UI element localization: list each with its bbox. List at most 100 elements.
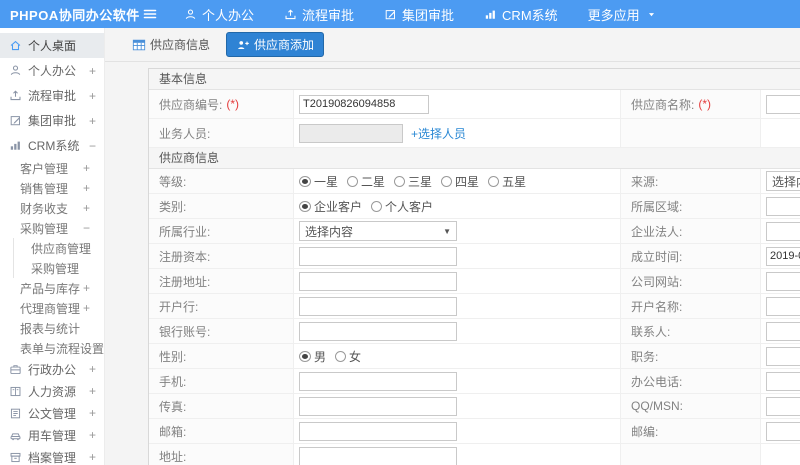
sidebar-item-17[interactable]: 公文管理 +	[0, 402, 104, 424]
sidebar-item-19[interactable]: 档案管理 +	[0, 446, 104, 465]
select-value: 选择内容	[772, 174, 800, 189]
input-传真[interactable]	[299, 396, 457, 416]
radio-男[interactable]	[299, 350, 311, 362]
radio-四星[interactable]	[441, 175, 453, 187]
expand-toggle-icon[interactable]: +	[89, 64, 96, 78]
form-row: 地址:	[149, 444, 800, 465]
form-label-cell: 公司网站:	[621, 269, 761, 293]
sidebar-item-15[interactable]: 行政办公 +	[0, 358, 104, 380]
input-业务人员[interactable]	[299, 123, 403, 143]
sidebar-item-6[interactable]: 销售管理 +	[0, 178, 104, 198]
topnav-item-2[interactable]: 集团审批	[384, 5, 454, 24]
sidebar-item-13[interactable]: 报表与统计	[0, 318, 104, 338]
expand-toggle-icon[interactable]: +	[89, 428, 96, 442]
radio-女[interactable]	[335, 350, 347, 362]
tab-1[interactable]: 供应商添加	[226, 32, 325, 57]
sidebar-item-0[interactable]: 个人桌面	[0, 33, 104, 58]
sidebar-item-16[interactable]: 人力资源 +	[0, 380, 104, 402]
input-注册地址[interactable]	[299, 271, 457, 291]
sidebar-item-label: 人力资源	[28, 384, 77, 399]
expand-toggle-icon[interactable]: +	[83, 301, 90, 315]
form-label-cell: 职务:	[621, 344, 761, 368]
sidebar-item-14[interactable]: 表单与流程设置+	[0, 338, 104, 358]
expand-toggle-icon[interactable]: +	[89, 362, 96, 376]
input-企业法人[interactable]	[766, 221, 800, 241]
field-label: 等级:	[159, 174, 187, 189]
tab-0[interactable]: 供应商信息	[128, 33, 214, 56]
input-注册资本[interactable]	[299, 246, 457, 266]
expand-toggle-icon[interactable]: +	[83, 201, 90, 215]
sidebar-item-1[interactable]: 个人办公 +	[0, 58, 104, 83]
sidebar-item-9[interactable]: 供应商管理	[0, 238, 104, 258]
sidebar-item-label: 行政办公	[28, 362, 77, 377]
select-所属行业[interactable]: 选择内容 ▼	[299, 221, 457, 241]
topnav-item-4[interactable]: 更多应用	[588, 5, 656, 24]
section-header: 基本信息	[149, 69, 800, 90]
sidebar-item-label: 流程审批	[28, 89, 77, 103]
input-QQ/MSN[interactable]	[766, 396, 800, 416]
form-row: 供应商编号:(*)供应商名称:(*)	[149, 90, 800, 119]
expand-toggle-icon[interactable]: +	[89, 406, 96, 420]
form-field-cell	[294, 419, 621, 443]
expand-toggle-icon[interactable]: +	[89, 114, 96, 128]
topnav-item-3[interactable]: CRM系统	[484, 5, 558, 24]
form-label-cell: 开户行:	[149, 294, 294, 318]
radio-个人客户[interactable]	[371, 200, 383, 212]
sidebar-item-label: 表单与流程设置	[20, 341, 105, 356]
input-开户行[interactable]	[299, 296, 457, 316]
input-供应商名称[interactable]	[766, 94, 800, 114]
input-银行账号[interactable]	[299, 321, 457, 341]
sidebar-item-2[interactable]: 流程审批 +	[0, 83, 104, 108]
input-手机[interactable]	[299, 371, 457, 391]
sidebar-item-label: 产品与库存	[20, 281, 81, 296]
sidebar-item-4[interactable]: CRM系统 −	[0, 133, 104, 158]
form-label-cell: 联系人:	[621, 319, 761, 343]
field-label: 所属区域:	[631, 199, 683, 214]
expand-toggle-icon[interactable]: +	[83, 161, 90, 175]
input-所属区域[interactable]	[766, 196, 800, 216]
input-开户名称[interactable]	[766, 296, 800, 316]
radio-五星[interactable]	[488, 175, 500, 187]
input-办公电话[interactable]	[766, 371, 800, 391]
form-label-cell: 注册地址:	[149, 269, 294, 293]
input-公司网站[interactable]	[766, 271, 800, 291]
input-联系人[interactable]	[766, 321, 800, 341]
topnav-item-0[interactable]: 个人办公	[184, 5, 254, 24]
radio-一星[interactable]	[299, 175, 311, 187]
select-来源[interactable]: 选择内容▼	[766, 171, 800, 191]
expand-toggle-icon[interactable]: −	[83, 221, 90, 235]
input-邮编[interactable]	[766, 421, 800, 441]
select-person-link[interactable]: +选择人员	[411, 125, 466, 142]
sidebar-item-10[interactable]: 采购管理	[0, 258, 104, 278]
sidebar-item-5[interactable]: 客户管理 +	[0, 158, 104, 178]
sidebar-item-8[interactable]: 采购管理 −	[0, 218, 104, 238]
sidebar-item-18[interactable]: 用车管理 +	[0, 424, 104, 446]
expand-toggle-icon[interactable]: −	[89, 139, 96, 153]
input-供应商编号[interactable]	[299, 94, 429, 114]
input-职务[interactable]	[766, 346, 800, 366]
input-成立时间[interactable]	[766, 246, 800, 266]
sidebar-item-3[interactable]: 集团审批 +	[0, 108, 104, 133]
form-row: 所属行业: 选择内容 ▼ 企业法人:	[149, 219, 800, 244]
sidebar-item-11[interactable]: 产品与库存 +	[0, 278, 104, 298]
form-field-cell	[761, 294, 800, 318]
input-邮箱[interactable]	[299, 421, 457, 441]
expand-toggle-icon[interactable]: +	[83, 181, 90, 195]
menu-toggle-icon[interactable]	[142, 6, 158, 22]
expand-toggle-icon[interactable]: +	[89, 89, 96, 103]
input-地址[interactable]	[299, 446, 457, 465]
radio-label: 二星	[361, 174, 386, 189]
form-label-cell: 邮箱:	[149, 419, 294, 443]
expand-toggle-icon[interactable]: +	[89, 384, 96, 398]
sidebar-item-12[interactable]: 代理商管理 +	[0, 298, 104, 318]
form-label-cell: 成立时间:	[621, 244, 761, 268]
sidebar-item-label: 采购管理	[31, 261, 80, 276]
radio-二星[interactable]	[347, 175, 359, 187]
radio-三星[interactable]	[394, 175, 406, 187]
radio-企业客户[interactable]	[299, 200, 311, 212]
expand-toggle-icon[interactable]: +	[89, 450, 96, 464]
sidebar-item-7[interactable]: 财务收支 +	[0, 198, 104, 218]
expand-toggle-icon[interactable]: +	[83, 281, 90, 295]
form-field-cell: 一星 二星 三星 四星 五星	[294, 169, 621, 193]
topnav-item-1[interactable]: 流程审批	[284, 5, 354, 24]
